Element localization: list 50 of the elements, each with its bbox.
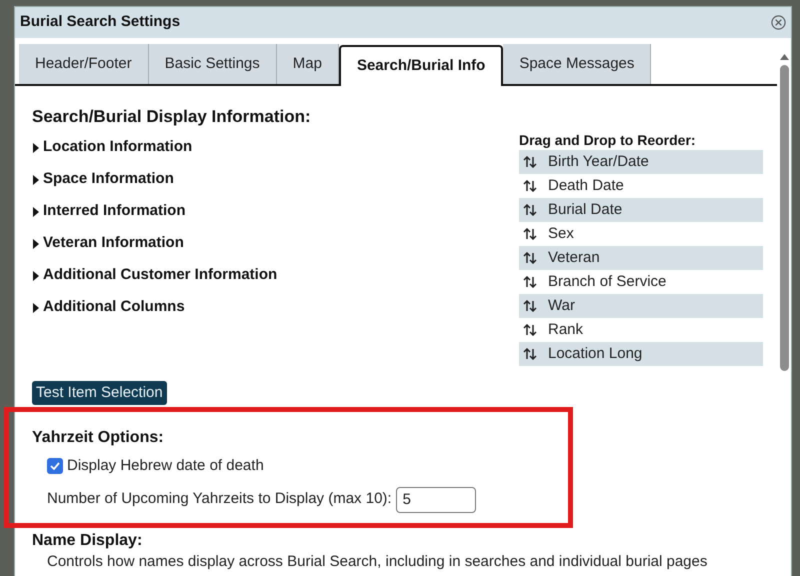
- draggable-item[interactable]: Birth Year/Date: [519, 150, 763, 174]
- draggable-item[interactable]: Veteran: [519, 246, 763, 270]
- sort-arrows-icon: [523, 204, 537, 216]
- scrollbar-thumb[interactable]: [780, 65, 788, 371]
- window-title: Burial Search Settings: [20, 12, 180, 32]
- sort-arrows-icon: [523, 252, 537, 264]
- caret-icon: [32, 174, 40, 184]
- tab[interactable]: Space Messages: [503, 44, 652, 84]
- collapsible-section[interactable]: Additional Columns: [32, 292, 185, 324]
- draggable-item[interactable]: Rank: [519, 318, 763, 342]
- sort-arrows-icon: [523, 156, 537, 168]
- close-icon[interactable]: [771, 15, 786, 30]
- checkbox[interactable]: [47, 458, 63, 474]
- sort-arrows-icon: [523, 300, 537, 312]
- scroll-up-icon[interactable]: [780, 54, 788, 60]
- checkmark-icon: [50, 462, 60, 470]
- description-text: Controls how names display across Burial Search, including in searches and individual burial pages: [47, 552, 708, 570]
- tab[interactable]: Header/Footer: [19, 44, 149, 84]
- caret-icon: [32, 142, 40, 152]
- draggable-item[interactable]: War: [519, 294, 763, 318]
- sort-arrows-icon: [523, 276, 537, 288]
- caret-icon: [32, 270, 40, 280]
- collapsible-section[interactable]: Interred Information: [32, 196, 186, 228]
- caret-icon: [32, 206, 40, 216]
- input-field[interactable]: 5: [396, 486, 476, 512]
- tab[interactable]: Basic Settings: [148, 44, 277, 84]
- reorder-heading: Drag and Drop to Reorder:: [519, 131, 697, 150]
- draggable-item[interactable]: Sex: [519, 222, 763, 246]
- draggable-item[interactable]: Burial Date: [519, 198, 763, 222]
- draggable-item[interactable]: Branch of Service: [519, 270, 763, 294]
- draggable-item[interactable]: Death Date: [519, 174, 763, 198]
- collapsible-section[interactable]: Location Information: [32, 132, 192, 164]
- caret-icon: [32, 238, 40, 248]
- collapsible-section[interactable]: Space Information: [32, 164, 174, 196]
- section-heading: Name Display:: [32, 530, 144, 550]
- sort-arrows-icon: [523, 228, 537, 240]
- caret-icon: [32, 302, 40, 312]
- sort-arrows-icon: [523, 348, 537, 360]
- section-heading: Search/Burial Display Information:: [32, 106, 312, 128]
- field-label: Number of Upcoming Yahrzeits to Display (max 10):: [47, 489, 392, 510]
- draggable-item[interactable]: Location Long: [519, 342, 763, 366]
- collapsible-section[interactable]: Additional Customer Information: [32, 260, 278, 292]
- sort-arrows-icon: [523, 180, 537, 192]
- tab[interactable]: Map: [276, 44, 339, 84]
- test-item-selection-button[interactable]: Test Item Selection: [32, 381, 167, 405]
- checkbox-label: Display Hebrew date of death: [67, 456, 264, 476]
- tab[interactable]: Search/Burial Info: [338, 45, 504, 86]
- section-heading: Yahrzeit Options:: [32, 428, 165, 448]
- sort-arrows-icon: [523, 324, 537, 336]
- collapsible-section[interactable]: Veteran Information: [32, 228, 184, 260]
